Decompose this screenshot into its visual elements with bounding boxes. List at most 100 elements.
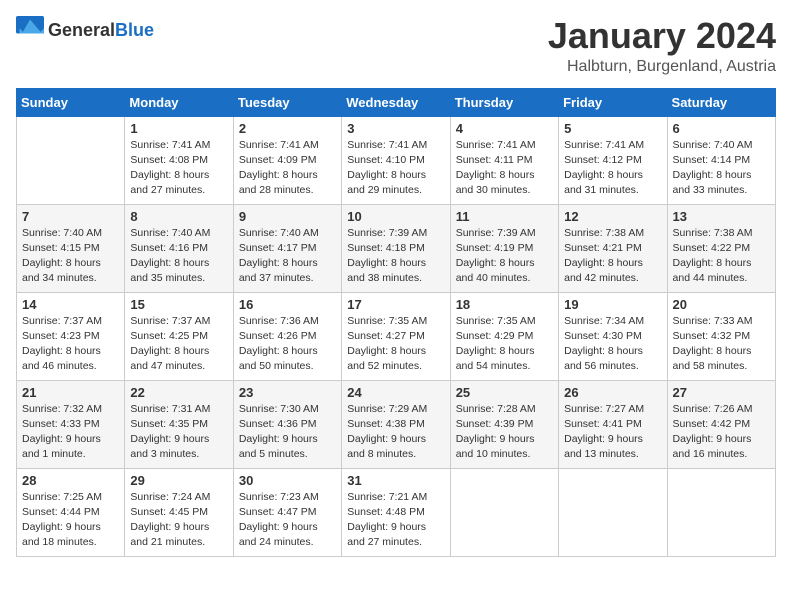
day-cell: 15 Sunrise: 7:37 AMSunset: 4:25 PMDaylig… bbox=[125, 292, 233, 380]
col-thursday: Thursday bbox=[450, 88, 558, 116]
col-sunday: Sunday bbox=[17, 88, 125, 116]
day-cell: 13 Sunrise: 7:38 AMSunset: 4:22 PMDaylig… bbox=[667, 204, 775, 292]
day-cell: 28 Sunrise: 7:25 AMSunset: 4:44 PMDaylig… bbox=[17, 468, 125, 556]
day-cell: 11 Sunrise: 7:39 AMSunset: 4:19 PMDaylig… bbox=[450, 204, 558, 292]
week-row-0: 1 Sunrise: 7:41 AMSunset: 4:08 PMDayligh… bbox=[17, 116, 776, 204]
day-info: Sunrise: 7:31 AMSunset: 4:35 PMDaylight:… bbox=[130, 402, 227, 463]
day-cell: 26 Sunrise: 7:27 AMSunset: 4:41 PMDaylig… bbox=[559, 380, 667, 468]
day-number: 23 bbox=[239, 385, 336, 400]
day-cell: 10 Sunrise: 7:39 AMSunset: 4:18 PMDaylig… bbox=[342, 204, 450, 292]
day-cell: 23 Sunrise: 7:30 AMSunset: 4:36 PMDaylig… bbox=[233, 380, 341, 468]
location-title: Halbturn, Burgenland, Austria bbox=[548, 58, 776, 76]
day-info: Sunrise: 7:41 AMSunset: 4:08 PMDaylight:… bbox=[130, 138, 227, 199]
day-cell: 30 Sunrise: 7:23 AMSunset: 4:47 PMDaylig… bbox=[233, 468, 341, 556]
day-cell: 16 Sunrise: 7:36 AMSunset: 4:26 PMDaylig… bbox=[233, 292, 341, 380]
day-info: Sunrise: 7:27 AMSunset: 4:41 PMDaylight:… bbox=[564, 402, 661, 463]
day-info: Sunrise: 7:25 AMSunset: 4:44 PMDaylight:… bbox=[22, 490, 119, 551]
day-number: 5 bbox=[564, 121, 661, 136]
day-cell: 8 Sunrise: 7:40 AMSunset: 4:16 PMDayligh… bbox=[125, 204, 233, 292]
day-cell: 21 Sunrise: 7:32 AMSunset: 4:33 PMDaylig… bbox=[17, 380, 125, 468]
logo-text-general: General bbox=[48, 20, 115, 40]
day-info: Sunrise: 7:37 AMSunset: 4:23 PMDaylight:… bbox=[22, 314, 119, 375]
day-number: 3 bbox=[347, 121, 444, 136]
day-number: 15 bbox=[130, 297, 227, 312]
day-cell: 24 Sunrise: 7:29 AMSunset: 4:38 PMDaylig… bbox=[342, 380, 450, 468]
day-number: 13 bbox=[673, 209, 770, 224]
col-monday: Monday bbox=[125, 88, 233, 116]
day-number: 21 bbox=[22, 385, 119, 400]
header: GeneralBlue January 2024 Halbturn, Burge… bbox=[16, 16, 776, 76]
day-cell: 19 Sunrise: 7:34 AMSunset: 4:30 PMDaylig… bbox=[559, 292, 667, 380]
day-number: 24 bbox=[347, 385, 444, 400]
logo-text-blue: Blue bbox=[115, 20, 154, 40]
day-cell: 6 Sunrise: 7:40 AMSunset: 4:14 PMDayligh… bbox=[667, 116, 775, 204]
day-number: 16 bbox=[239, 297, 336, 312]
day-cell bbox=[667, 468, 775, 556]
day-cell: 14 Sunrise: 7:37 AMSunset: 4:23 PMDaylig… bbox=[17, 292, 125, 380]
day-number: 8 bbox=[130, 209, 227, 224]
day-number: 28 bbox=[22, 473, 119, 488]
day-number: 18 bbox=[456, 297, 553, 312]
day-number: 11 bbox=[456, 209, 553, 224]
day-info: Sunrise: 7:40 AMSunset: 4:16 PMDaylight:… bbox=[130, 226, 227, 287]
day-number: 14 bbox=[22, 297, 119, 312]
day-number: 2 bbox=[239, 121, 336, 136]
day-info: Sunrise: 7:38 AMSunset: 4:22 PMDaylight:… bbox=[673, 226, 770, 287]
day-cell: 3 Sunrise: 7:41 AMSunset: 4:10 PMDayligh… bbox=[342, 116, 450, 204]
day-info: Sunrise: 7:39 AMSunset: 4:19 PMDaylight:… bbox=[456, 226, 553, 287]
day-number: 6 bbox=[673, 121, 770, 136]
day-number: 27 bbox=[673, 385, 770, 400]
month-title: January 2024 bbox=[548, 16, 776, 56]
day-info: Sunrise: 7:40 AMSunset: 4:15 PMDaylight:… bbox=[22, 226, 119, 287]
day-number: 4 bbox=[456, 121, 553, 136]
day-info: Sunrise: 7:38 AMSunset: 4:21 PMDaylight:… bbox=[564, 226, 661, 287]
day-cell bbox=[559, 468, 667, 556]
week-row-1: 7 Sunrise: 7:40 AMSunset: 4:15 PMDayligh… bbox=[17, 204, 776, 292]
day-cell: 25 Sunrise: 7:28 AMSunset: 4:39 PMDaylig… bbox=[450, 380, 558, 468]
day-cell: 7 Sunrise: 7:40 AMSunset: 4:15 PMDayligh… bbox=[17, 204, 125, 292]
day-number: 9 bbox=[239, 209, 336, 224]
day-cell: 5 Sunrise: 7:41 AMSunset: 4:12 PMDayligh… bbox=[559, 116, 667, 204]
day-info: Sunrise: 7:24 AMSunset: 4:45 PMDaylight:… bbox=[130, 490, 227, 551]
day-info: Sunrise: 7:40 AMSunset: 4:17 PMDaylight:… bbox=[239, 226, 336, 287]
day-number: 30 bbox=[239, 473, 336, 488]
col-tuesday: Tuesday bbox=[233, 88, 341, 116]
day-cell: 31 Sunrise: 7:21 AMSunset: 4:48 PMDaylig… bbox=[342, 468, 450, 556]
day-number: 19 bbox=[564, 297, 661, 312]
day-info: Sunrise: 7:28 AMSunset: 4:39 PMDaylight:… bbox=[456, 402, 553, 463]
col-wednesday: Wednesday bbox=[342, 88, 450, 116]
day-number: 29 bbox=[130, 473, 227, 488]
calendar-table: Sunday Monday Tuesday Wednesday Thursday… bbox=[16, 88, 776, 557]
day-cell bbox=[17, 116, 125, 204]
day-info: Sunrise: 7:26 AMSunset: 4:42 PMDaylight:… bbox=[673, 402, 770, 463]
day-info: Sunrise: 7:34 AMSunset: 4:30 PMDaylight:… bbox=[564, 314, 661, 375]
col-saturday: Saturday bbox=[667, 88, 775, 116]
day-info: Sunrise: 7:39 AMSunset: 4:18 PMDaylight:… bbox=[347, 226, 444, 287]
day-cell: 17 Sunrise: 7:35 AMSunset: 4:27 PMDaylig… bbox=[342, 292, 450, 380]
day-cell: 2 Sunrise: 7:41 AMSunset: 4:09 PMDayligh… bbox=[233, 116, 341, 204]
day-info: Sunrise: 7:41 AMSunset: 4:10 PMDaylight:… bbox=[347, 138, 444, 199]
day-info: Sunrise: 7:33 AMSunset: 4:32 PMDaylight:… bbox=[673, 314, 770, 375]
day-number: 1 bbox=[130, 121, 227, 136]
day-info: Sunrise: 7:35 AMSunset: 4:29 PMDaylight:… bbox=[456, 314, 553, 375]
day-number: 22 bbox=[130, 385, 227, 400]
day-info: Sunrise: 7:35 AMSunset: 4:27 PMDaylight:… bbox=[347, 314, 444, 375]
title-area: January 2024 Halbturn, Burgenland, Austr… bbox=[548, 16, 776, 76]
day-info: Sunrise: 7:40 AMSunset: 4:14 PMDaylight:… bbox=[673, 138, 770, 199]
day-info: Sunrise: 7:41 AMSunset: 4:09 PMDaylight:… bbox=[239, 138, 336, 199]
day-number: 26 bbox=[564, 385, 661, 400]
day-cell: 22 Sunrise: 7:31 AMSunset: 4:35 PMDaylig… bbox=[125, 380, 233, 468]
day-number: 7 bbox=[22, 209, 119, 224]
week-row-4: 28 Sunrise: 7:25 AMSunset: 4:44 PMDaylig… bbox=[17, 468, 776, 556]
day-cell: 9 Sunrise: 7:40 AMSunset: 4:17 PMDayligh… bbox=[233, 204, 341, 292]
day-info: Sunrise: 7:41 AMSunset: 4:12 PMDaylight:… bbox=[564, 138, 661, 199]
day-cell: 18 Sunrise: 7:35 AMSunset: 4:29 PMDaylig… bbox=[450, 292, 558, 380]
day-info: Sunrise: 7:37 AMSunset: 4:25 PMDaylight:… bbox=[130, 314, 227, 375]
col-friday: Friday bbox=[559, 88, 667, 116]
header-row: Sunday Monday Tuesday Wednesday Thursday… bbox=[17, 88, 776, 116]
day-number: 17 bbox=[347, 297, 444, 312]
week-row-3: 21 Sunrise: 7:32 AMSunset: 4:33 PMDaylig… bbox=[17, 380, 776, 468]
day-cell bbox=[450, 468, 558, 556]
day-number: 10 bbox=[347, 209, 444, 224]
day-number: 25 bbox=[456, 385, 553, 400]
